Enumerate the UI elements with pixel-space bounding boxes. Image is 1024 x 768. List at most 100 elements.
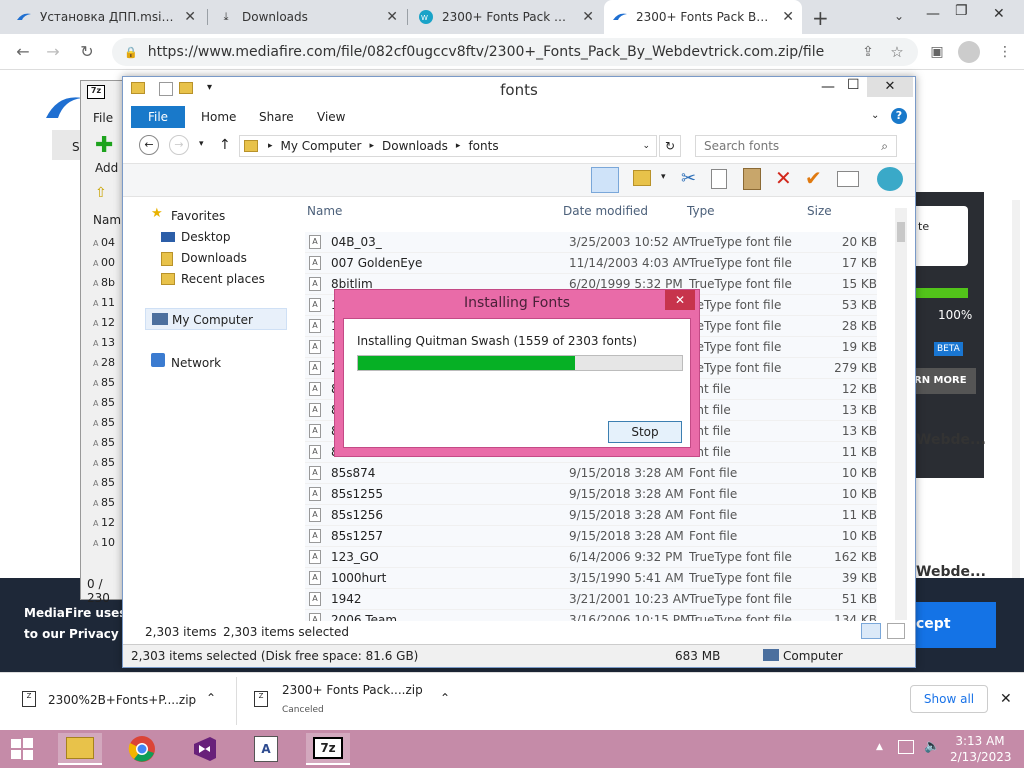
nav-item-recent-places[interactable]: Recent places [181,272,265,286]
7zip-menu-file[interactable]: File [93,111,113,125]
column-type[interactable]: Type [687,204,715,218]
forward-icon[interactable]: → [169,135,189,155]
list-item[interactable]: A 85 [93,493,115,513]
side-panel-icon[interactable]: ▣ [926,41,948,63]
breadcrumb-item[interactable]: Downloads [382,139,448,153]
download-menu-icon[interactable]: ⌃ [206,691,216,705]
clock[interactable]: 3:13 AM 2/13/2023 [950,734,1012,764]
ribbon-tab-home[interactable]: Home [201,110,236,124]
start-button[interactable] [0,733,44,765]
large-icons-view-icon[interactable] [887,623,905,639]
list-item[interactable]: A 85 [93,413,115,433]
table-row[interactable]: A 85s1257 9/15/2018 3:28 AM Font file 10 KB [305,526,877,547]
list-item[interactable]: A 85 [93,373,115,393]
up-icon[interactable]: ↑ [219,137,231,153]
breadcrumb-item[interactable]: fonts [468,139,498,153]
vertical-scrollbar[interactable] [895,208,907,620]
table-row[interactable]: A 2006 Team 3/16/2006 10:15 PM TrueType fon… [305,610,877,621]
list-item[interactable]: A 85 [93,453,115,473]
nav-item-network[interactable]: Network [171,356,221,370]
volume-icon[interactable]: 🔈 [924,739,940,754]
recent-locations-icon[interactable]: ▾ [199,139,204,149]
column-date[interactable]: Date modified [563,204,648,218]
breadcrumb-item[interactable]: My Computer [281,139,362,153]
checkmark-icon[interactable]: ✔ [805,166,822,190]
minimize-icon[interactable]: — [821,79,835,95]
column-size[interactable]: Size [807,204,832,218]
table-row[interactable]: A 04B_03_ 3/25/2003 10:52 AM TrueType font … [305,232,877,253]
list-item[interactable]: A 00 [93,253,115,273]
nav-item-desktop[interactable]: Desktop [181,230,231,244]
stop-button[interactable]: Stop [608,421,682,443]
help-icon[interactable]: ? [891,108,907,124]
ribbon-tab-view[interactable]: View [317,110,345,124]
copy-icon[interactable] [711,169,727,189]
maximize-icon[interactable]: ☐ [847,77,860,93]
list-item[interactable]: A 12 [93,513,115,533]
globe-icon[interactable] [877,167,903,191]
table-row[interactable]: A 123_GO 6/14/2006 9:32 PM TrueType font fi… [305,547,877,568]
browser-tab-2[interactable]: ⤓ Downloads ✕ [210,0,406,34]
bookmark-star-icon[interactable]: ☆ [886,41,908,63]
menu-icon[interactable]: ⋮ [994,41,1016,63]
close-icon[interactable]: ✕ [184,9,196,25]
add-icon[interactable]: ✚ [95,133,113,158]
browser-tab-3[interactable]: W 2300+ Fonts Pack Downl ✕ [410,0,602,34]
back-icon[interactable]: ← [139,135,159,155]
list-item[interactable]: A 11 [93,293,115,313]
ribbon-tab-share[interactable]: Share [259,110,294,124]
delete-icon[interactable]: ✕ [775,166,792,190]
list-item[interactable]: A 8b [93,273,115,293]
reload-icon[interactable]: ↻ [76,41,98,63]
chrome-taskbar-button[interactable] [120,733,164,765]
font-viewer-taskbar-button[interactable]: A [244,733,288,765]
up-folder-icon[interactable]: ⇧ [95,185,107,201]
list-item[interactable]: A 85 [93,393,115,413]
table-row[interactable]: A 85s1256 9/15/2018 3:28 AM Font file 11 KB [305,505,877,526]
close-icon[interactable]: ✕ [386,9,398,25]
cut-icon[interactable]: ✂ [681,168,696,189]
table-row[interactable]: A 85s874 9/15/2018 3:28 AM Font file 10 KB [305,463,877,484]
scrollbar-thumb[interactable] [897,222,905,242]
preview-pane-icon[interactable] [591,167,619,193]
download-menu-icon[interactable]: ⌃ [440,691,450,705]
close-downloads-icon[interactable]: ✕ [1000,691,1012,707]
list-item[interactable]: A 85 [93,473,115,493]
show-hidden-icons-icon[interactable]: ▲ [876,742,883,752]
share-icon[interactable]: ⇪ [857,41,879,63]
explorer-taskbar-button[interactable] [58,733,102,765]
close-icon[interactable]: ✕ [665,290,695,310]
paste-icon[interactable] [743,168,761,190]
network-tray-icon[interactable] [898,740,914,754]
list-item[interactable]: A 85 [93,433,115,453]
rename-icon[interactable] [837,171,859,187]
column-name[interactable]: Name [307,204,342,218]
close-window-icon[interactable]: ✕ [867,77,913,97]
learn-more-button[interactable]: RN MORE [910,368,976,394]
close-icon[interactable]: ✕ [782,9,794,25]
related-link-1[interactable]: Webde... [916,432,986,448]
list-item[interactable]: A 12 [93,313,115,333]
folder-options-icon[interactable] [633,170,651,186]
browser-tab-4[interactable]: 2300+ Fonts Pack By We ✕ [604,0,802,34]
new-tab-icon[interactable]: + [812,6,829,30]
nav-item-downloads[interactable]: Downloads [181,251,247,265]
mediafire-nav-button[interactable]: S [52,130,80,160]
table-row[interactable]: A 85s1255 9/15/2018 3:28 AM Font file 10 KB [305,484,877,505]
7zip-taskbar-button[interactable]: 7z [306,733,350,765]
close-window-icon[interactable]: ✕ [993,6,1005,22]
visual-studio-taskbar-button[interactable] [182,733,226,765]
refresh-icon[interactable]: ↻ [659,135,681,157]
download-item-2[interactable]: 2300+ Fonts Pack....zip [282,683,423,697]
forward-icon[interactable]: → [42,41,64,63]
breadcrumb[interactable]: ▸ My Computer ▸ Downloads ▸ fonts ⌄ [239,135,657,157]
list-item[interactable]: A 04 [93,233,115,253]
nav-item-favorites[interactable]: Favorites [171,209,225,223]
tab-search-icon[interactable]: ⌄ [894,9,904,23]
back-icon[interactable]: ← [12,41,34,63]
browser-tab-1[interactable]: Установка ДПП.msi — Я ✕ [8,0,204,34]
table-row[interactable]: A 007 GoldenEye 11/14/2003 4:03 AM TrueType… [305,253,877,274]
7zip-col-name[interactable]: Nam [93,213,121,227]
list-item[interactable]: A 28 [93,353,115,373]
profile-avatar[interactable] [958,41,980,63]
